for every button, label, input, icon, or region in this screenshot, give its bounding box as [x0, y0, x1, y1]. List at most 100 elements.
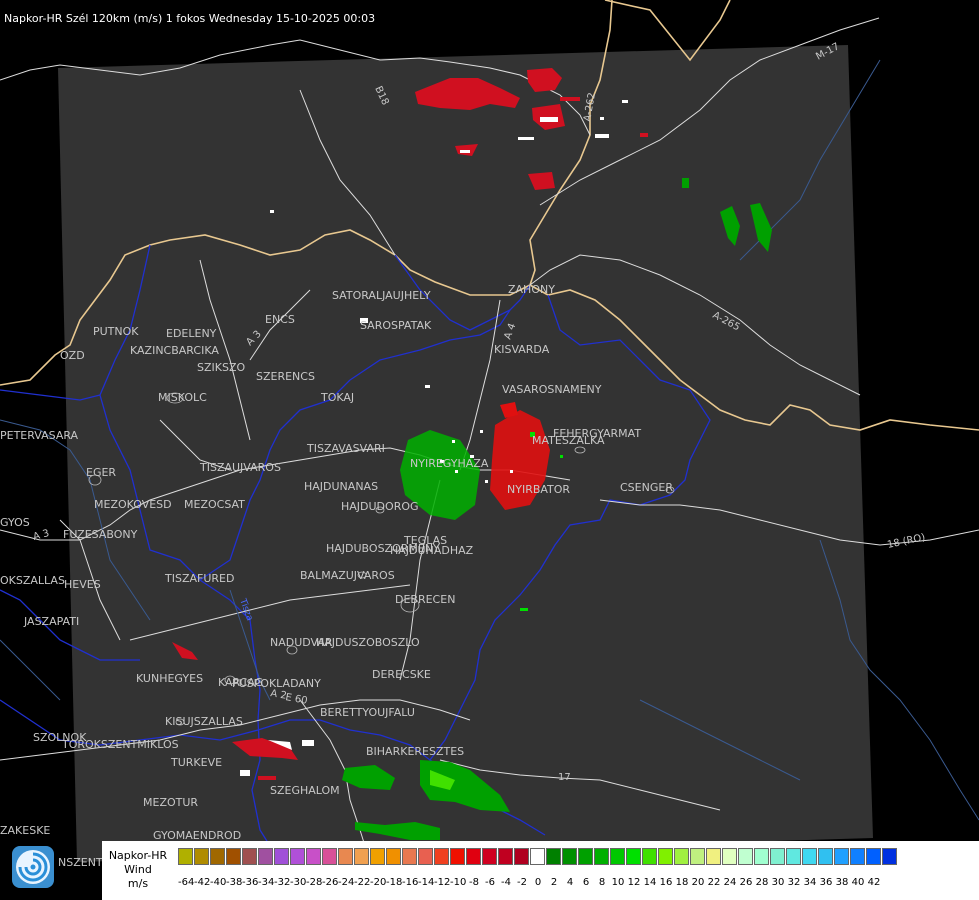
legend-swatch: [386, 848, 401, 865]
legend-swatch: [418, 848, 433, 865]
legend-tick-label: -8: [469, 877, 479, 888]
city-label: KISVARDA: [494, 343, 550, 356]
radar-map-view: SATORALJAUJHELY SAROSPATAK ZAHONY KISVAR…: [0, 0, 979, 900]
legend-swatch: [802, 848, 817, 865]
legend-tick-label: -18: [386, 877, 403, 888]
city-label: DEBRECEN: [395, 593, 455, 606]
legend-swatch: [610, 848, 625, 865]
legend-swatch: [514, 848, 529, 865]
legend-tick-label: 36: [819, 877, 833, 888]
legend-tick-label: -2: [517, 877, 527, 888]
city-label: TURKEVE: [170, 756, 222, 769]
legend-swatch: [642, 848, 657, 865]
city-label: KAZINCBARCIKA: [130, 344, 219, 357]
legend-tick-label: -40: [210, 877, 227, 888]
legend-tick-label: 26: [739, 877, 753, 888]
legend-tick-label: -4: [501, 877, 511, 888]
legend-swatch: [370, 848, 385, 865]
legend-tick-label: -38: [226, 877, 243, 888]
legend-swatch: [754, 848, 769, 865]
legend-tick-label: 6: [582, 877, 590, 888]
legend-tick-label: -24: [338, 877, 355, 888]
legend-tick-label: -22: [354, 877, 371, 888]
legend-tick-label: -20: [370, 877, 387, 888]
legend-tick-label: 30: [771, 877, 785, 888]
city-label: VASAROSNAMENY: [502, 383, 602, 396]
city-label: SAROSPATAK: [360, 319, 432, 332]
legend-tick-label: 20: [691, 877, 705, 888]
legend-swatch: [770, 848, 785, 865]
legend-swatch: [882, 848, 897, 865]
legend-swatch: [338, 848, 353, 865]
city-label: GYOS: [0, 516, 30, 529]
legend-tick-label: -28: [306, 877, 323, 888]
city-label: TOKAJ: [320, 391, 354, 404]
legend-tick-label: 10: [611, 877, 625, 888]
legend-swatch: [690, 848, 705, 865]
legend-tick-label: 12: [627, 877, 641, 888]
legend-tick-label: -26: [322, 877, 339, 888]
legend-swatch: [498, 848, 513, 865]
city-label: OZD: [60, 349, 85, 362]
city-label: MEZOKOVESD: [94, 498, 172, 511]
city-label: ZAHONY: [508, 283, 555, 296]
legend-tick-label: -64: [178, 877, 195, 888]
city-label: TISZAVASVARI: [306, 442, 385, 455]
legend-swatch: [402, 848, 417, 865]
legend-tick-label: -10: [450, 877, 467, 888]
city-label: SATORALJAUJHELY: [332, 289, 431, 302]
legend-swatch: [242, 848, 257, 865]
city-label: PUTNOK: [93, 325, 139, 338]
napkor-logo-icon: [12, 846, 54, 888]
legend-swatch: [258, 848, 273, 865]
legend-tick-label: 22: [707, 877, 721, 888]
legend-swatch: [226, 848, 241, 865]
legend-swatch: [818, 848, 833, 865]
legend-swatches: [178, 848, 898, 865]
legend-tick-label: -12: [434, 877, 451, 888]
legend-swatch: [834, 848, 849, 865]
road-label: A 3: [32, 528, 51, 543]
legend-swatch: [450, 848, 465, 865]
legend-swatch: [290, 848, 305, 865]
legend-tick-label: 16: [659, 877, 673, 888]
city-label: HAJDUHADHAZ: [390, 544, 474, 557]
city-label: OKSZALLAS: [0, 574, 65, 587]
legend-tick-label: 0: [534, 877, 542, 888]
legend-swatch: [658, 848, 673, 865]
legend-swatch: [482, 848, 497, 865]
legend-tick-label: 4: [566, 877, 574, 888]
legend-tick-label: -42: [194, 877, 211, 888]
legend-swatch: [466, 848, 481, 865]
legend-tick-label: -34: [258, 877, 275, 888]
city-label: HAJDUDOROG: [341, 500, 419, 513]
legend-tick-label: -16: [402, 877, 419, 888]
road-label: 17: [558, 772, 571, 783]
city-label: MEZOTUR: [143, 796, 198, 809]
legend-product-name: Napkor-HR: [108, 849, 168, 862]
city-label: ZAKESKE: [0, 824, 50, 837]
legend-swatch: [354, 848, 369, 865]
city-label: CSENGER: [620, 481, 673, 494]
map-title: Napkor-HR Szél 120km (m/s) 1 fokos Wedne…: [4, 12, 376, 25]
legend-swatch: [866, 848, 881, 865]
city-label: TISZAFURED: [164, 572, 234, 585]
city-label: JASZAPATI: [23, 615, 79, 628]
city-label: KISUJSZALLAS: [165, 715, 243, 728]
city-label: NYIREGYHAZA: [410, 457, 489, 470]
city-label: MEZOCSAT: [184, 498, 245, 511]
city-label: MISKOLC: [158, 391, 207, 404]
city-label: NYIRBATOR: [507, 483, 570, 496]
legend-swatch: [434, 848, 449, 865]
city-label: BERETTYOUJFALU: [320, 706, 415, 719]
map-canvas[interactable]: SATORALJAUJHELY SAROSPATAK ZAHONY KISVAR…: [0, 0, 979, 900]
legend-tick-label: 34: [803, 877, 817, 888]
legend-tick-label: 18: [675, 877, 689, 888]
legend-swatch: [562, 848, 577, 865]
legend-swatch: [626, 848, 641, 865]
legend-tick-label: -32: [274, 877, 291, 888]
city-label: BIHARKERESZTES: [366, 745, 464, 758]
legend-swatch: [530, 848, 545, 865]
city-label: TOROKSZENTMIKLOS: [61, 738, 179, 751]
road-label: 18 (RO): [886, 532, 926, 551]
